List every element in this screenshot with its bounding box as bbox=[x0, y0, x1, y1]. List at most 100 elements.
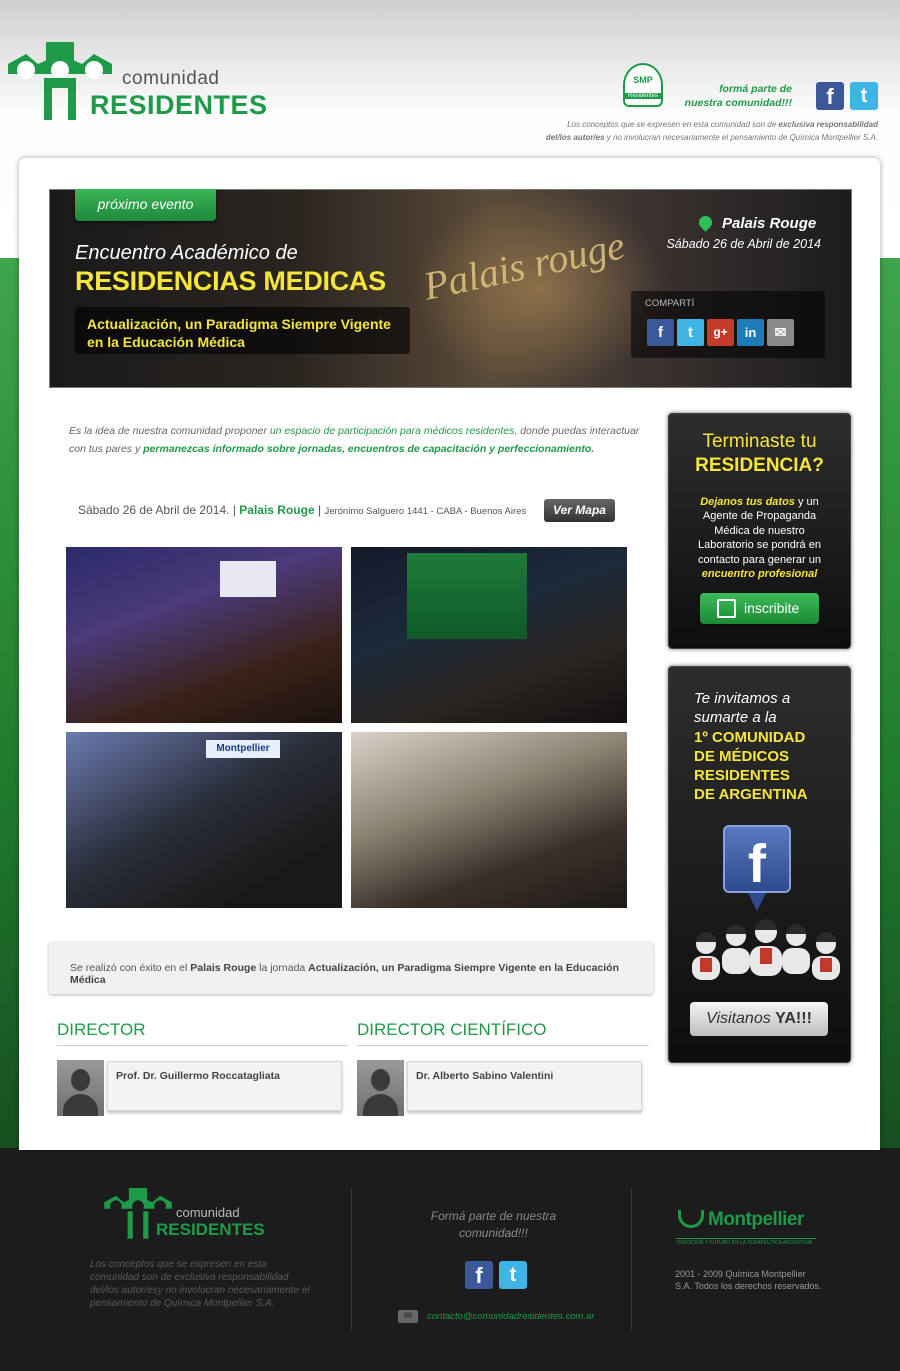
copyright-1: 2001 - 2009 Química Montpellier bbox=[675, 1269, 806, 1279]
residencia-line2: RESIDENCIA? bbox=[695, 455, 824, 476]
montpellier-logo[interactable]: Montpellier TRADICIÓN Y FUTURO EN LA TER… bbox=[676, 1206, 816, 1252]
smp-badge: SMP Residentes bbox=[623, 63, 663, 107]
logo-line1: comunidad bbox=[122, 68, 220, 89]
booth-sign: Montpellier bbox=[206, 740, 280, 758]
disclaimer-part3: y no involucran necesariamente el pensam… bbox=[606, 133, 878, 142]
community-line4: DE MÉDICOS bbox=[694, 747, 790, 765]
join-text: formá parte de nuestra comunidad!!! bbox=[668, 82, 792, 110]
header-disclaimer: Los conceptos que se expresen en esta co… bbox=[470, 118, 878, 144]
event-place: Palais Rouge bbox=[239, 503, 315, 517]
director-heading: DIRECTOR bbox=[57, 1020, 348, 1046]
edit-form-icon bbox=[717, 599, 736, 618]
footer-disclaimer: Los conceptos que se expresen en esta co… bbox=[90, 1259, 310, 1309]
visit-label: Visitanos bbox=[706, 1010, 771, 1027]
share-googleplus-icon[interactable]: g+ bbox=[707, 319, 734, 346]
footer-logo[interactable]: comunidad RESIDENTES bbox=[103, 1188, 273, 1243]
banner-place: Palais Rouge bbox=[722, 215, 817, 232]
share-linkedin-icon[interactable]: in bbox=[737, 319, 764, 346]
event-summary: Se realizó con éxito en el Palais Rouge … bbox=[49, 942, 653, 994]
logo-line2: RESIDENTES bbox=[90, 90, 268, 120]
event-info-line: Sábado 26 de Abril de 2014. | Palais Rou… bbox=[78, 503, 526, 517]
footer-facebook-icon[interactable]: f bbox=[465, 1261, 493, 1289]
banner-title: RESIDENCIAS MEDICAS bbox=[75, 266, 386, 296]
footer-divider-1 bbox=[351, 1188, 352, 1330]
banner-tagline: Actualización, un Paradigma Siempre Vige… bbox=[75, 307, 410, 354]
join-text-1: formá parte de bbox=[719, 83, 792, 95]
inscribite-button[interactable]: inscribite bbox=[700, 593, 819, 624]
event-photo-1[interactable] bbox=[66, 547, 342, 723]
smp-badge-label: SMP bbox=[633, 75, 653, 85]
summary-place: Palais Rouge bbox=[190, 962, 257, 974]
banner-tagline-1: Actualización, un Paradigma Siempre Vige… bbox=[87, 316, 391, 332]
footer-join-1: Formá parte de nuestra bbox=[430, 1209, 557, 1223]
join-text-2: nuestra comunidad!!! bbox=[684, 97, 792, 109]
community-people-icon bbox=[692, 919, 840, 980]
email-icon: ✉ bbox=[398, 1310, 418, 1323]
banner-date: Sábado 26 de Abril de 2014 bbox=[666, 237, 821, 251]
view-map-button[interactable]: Ver Mapa bbox=[544, 499, 615, 522]
intro-highlight1: un espacio de participación para médicos… bbox=[269, 425, 515, 437]
disclaimer-bold: exclusiva responsabilidad bbox=[778, 120, 878, 129]
scientific-director-avatar bbox=[357, 1060, 404, 1116]
share-label: COMPARTÍ bbox=[645, 298, 695, 309]
footer-join-text: Formá parte de nuestra comunidad!!! bbox=[405, 1208, 582, 1242]
disclaimer-authors: del/los autor/es bbox=[545, 133, 605, 142]
footer-logo-line1: comunidad bbox=[176, 1205, 240, 1220]
facebook-bubble-icon[interactable]: f bbox=[723, 825, 791, 894]
footer-copyright: 2001 - 2009 Química Montpellier S.A. Tod… bbox=[675, 1268, 821, 1292]
event-photo-4[interactable] bbox=[351, 732, 627, 908]
montpellier-tagline: TRADICIÓN Y FUTURO EN LA TERAPÉUTICA ARG… bbox=[676, 1238, 816, 1246]
scientific-director-heading: DIRECTOR CIENTÍFICO bbox=[357, 1020, 649, 1046]
site-logo[interactable]: comunidad RESIDENTES bbox=[8, 42, 267, 122]
disclaimer-part1: Los conceptos que se expresen en esta co… bbox=[567, 120, 777, 129]
presentation-slide bbox=[407, 553, 527, 639]
footer-twitter-icon[interactable]: t bbox=[499, 1261, 527, 1289]
event-sep-2: | bbox=[317, 503, 322, 517]
director-avatar bbox=[57, 1060, 104, 1116]
director-name-box: Prof. Dr. Guillermo Roccatagliata bbox=[107, 1061, 342, 1111]
event-photo-2[interactable] bbox=[351, 547, 627, 723]
residencia-body-bold2: encuentro profesional bbox=[701, 568, 818, 581]
mortar-icon bbox=[678, 1210, 704, 1228]
share-twitter-icon[interactable]: t bbox=[677, 319, 704, 346]
event-photo-3[interactable]: Montpellier bbox=[66, 732, 342, 908]
scientific-director-name: Dr. Alberto Sabino Valentini bbox=[416, 1070, 554, 1082]
projection-screen bbox=[220, 561, 276, 597]
inscribite-label: inscribite bbox=[744, 600, 800, 616]
footer-email-link[interactable]: contacto@comunidadresidentes.com.ar bbox=[427, 1311, 595, 1322]
visit-label-bold: YA!!! bbox=[775, 1010, 812, 1027]
facebook-icon[interactable]: f bbox=[816, 82, 844, 110]
twitter-icon[interactable]: t bbox=[850, 82, 878, 110]
event-date: Sábado 26 de Abril de 2014. bbox=[78, 503, 230, 517]
footer-logo-line2: RESIDENTES bbox=[156, 1220, 265, 1239]
smp-badge-sub: Residentes bbox=[625, 93, 661, 99]
intro-text: Es la idea de nuestra comunidad proponer… bbox=[69, 422, 649, 458]
director-name: Prof. Dr. Guillermo Roccatagliata bbox=[116, 1070, 280, 1082]
banner-subtitle: Encuentro Académico de bbox=[75, 242, 298, 264]
community-line5: RESIDENTES bbox=[694, 767, 790, 785]
event-sep-1: | bbox=[232, 503, 236, 517]
banner-tagline-2: en la Educación Médica bbox=[87, 334, 245, 350]
residencia-body-bold: Dejanos tus datos bbox=[700, 496, 795, 508]
community-line6: DE ARGENTINA bbox=[694, 786, 808, 804]
intro-highlight2: permanezcas informado sobre jornadas, en… bbox=[143, 443, 595, 455]
community-line1: Te invitamos a bbox=[694, 690, 791, 707]
visit-us-button[interactable]: Visitanos YA!!! bbox=[690, 1002, 828, 1036]
residencia-line1: Terminaste tu bbox=[702, 431, 817, 452]
next-event-tag: próximo evento bbox=[75, 189, 216, 221]
summary-part1: Se realizó con éxito en el bbox=[70, 962, 188, 974]
footer-join-2: comunidad!!! bbox=[459, 1226, 528, 1240]
summary-part2: la jornada bbox=[259, 962, 306, 974]
bubble-pointer bbox=[748, 893, 766, 911]
scientific-director-name-box: Dr. Alberto Sabino Valentini bbox=[407, 1061, 642, 1111]
footer-divider-2 bbox=[631, 1188, 632, 1330]
copyright-2: S.A. Todos los derechos reservados. bbox=[675, 1281, 822, 1291]
event-address: Jerónimo Salguero 1441 - CABA - Buenos A… bbox=[324, 506, 527, 517]
intro-part1: Es la idea de nuestra comunidad proponer bbox=[69, 425, 267, 437]
montpellier-brand: Montpellier bbox=[708, 1209, 804, 1230]
share-email-icon[interactable]: ✉ bbox=[767, 319, 794, 346]
community-invite-text: Te invitamos a sumarte a la 1º COMUNIDAD… bbox=[694, 689, 808, 805]
share-facebook-icon[interactable]: f bbox=[647, 319, 674, 346]
community-line2: sumarte a la bbox=[694, 709, 777, 727]
residencia-body: Dejanos tus datos y un Agente de Propaga… bbox=[686, 495, 833, 581]
